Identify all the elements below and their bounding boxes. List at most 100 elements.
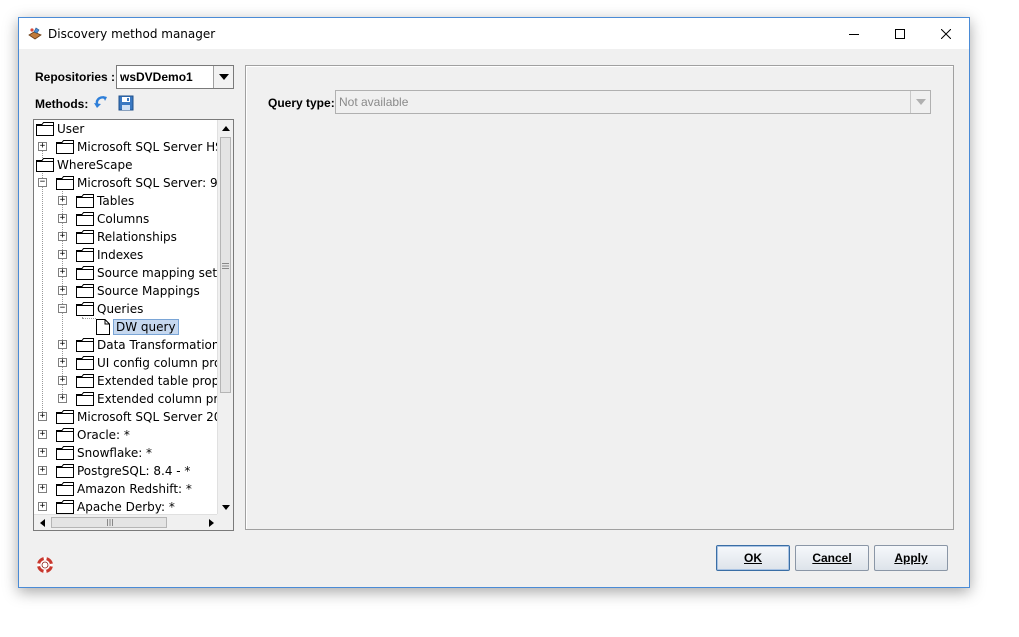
repositories-dropdown[interactable]: wsDVDemo1: [116, 65, 234, 89]
repositories-selected-value: wsDVDemo1: [120, 70, 193, 84]
triangle-down-icon: [222, 504, 230, 510]
panel-splitter[interactable]: [237, 65, 242, 530]
tree-node[interactable]: + Snowflake: *: [34, 444, 219, 462]
expand-icon[interactable]: +: [58, 286, 67, 295]
tree-node-label: Snowflake: *: [77, 446, 153, 460]
collapse-icon[interactable]: −: [58, 304, 67, 313]
expand-icon[interactable]: +: [38, 466, 47, 475]
tree-node[interactable]: + Source Mappings: [34, 282, 219, 300]
folder-icon: [76, 230, 94, 244]
repositories-row: Repositories : wsDVDemo1: [33, 65, 234, 89]
minimize-icon: [849, 33, 859, 35]
expand-icon[interactable]: +: [58, 394, 67, 403]
vertical-scroll-thumb[interactable]: [220, 137, 231, 393]
tree-node-label: Amazon Redshift: *: [77, 482, 192, 496]
expand-icon[interactable]: +: [38, 484, 47, 493]
folder-icon: [56, 176, 74, 190]
tree-node[interactable]: + Extended table propert: [34, 372, 219, 390]
tree-horizontal-scrollbar[interactable]: [34, 514, 219, 530]
dialog-window: Discovery method manager Repositories : …: [18, 17, 970, 588]
tree-node[interactable]: + Apache Derby: *: [34, 498, 219, 515]
tree-node-label: Microsoft SQL Server 2000: [77, 410, 219, 424]
folder-icon: [36, 158, 54, 172]
expand-icon[interactable]: +: [58, 214, 67, 223]
folder-icon: [56, 428, 74, 442]
folder-icon: [76, 392, 94, 406]
maximize-icon: [895, 28, 905, 39]
tree-node-label: Tables: [97, 194, 135, 208]
tree-node-label: PostgreSQL: 8.4 - *: [77, 464, 191, 478]
tree-node[interactable]: + PostgreSQL: 8.4 - *: [34, 462, 219, 480]
tree-node[interactable]: + UI config column prope: [34, 354, 219, 372]
repositories-dropdown-arrow[interactable]: [213, 66, 233, 88]
save-button[interactable]: [116, 93, 136, 113]
query-type-dropdown-arrow[interactable]: [910, 91, 930, 113]
tree-node-label: Source Mappings: [97, 284, 200, 298]
tree-vertical-scrollbar[interactable]: [217, 120, 233, 515]
tree-node-label: Data Transformations: [97, 338, 219, 352]
expand-icon[interactable]: +: [58, 358, 67, 367]
tree-node[interactable]: DW query: [34, 318, 219, 336]
expand-icon[interactable]: +: [38, 448, 47, 457]
folder-icon: [56, 446, 74, 460]
tree-node[interactable]: + Tables: [34, 192, 219, 210]
window-title: Discovery method manager: [48, 27, 216, 41]
expand-icon[interactable]: +: [58, 340, 67, 349]
folder-icon: [56, 464, 74, 478]
folder-icon: [76, 266, 94, 280]
scroll-up-button[interactable]: [218, 120, 233, 136]
methods-tree[interactable]: User + Microsoft SQL Server HS: 9 WhereScap…: [33, 119, 234, 531]
tree-node-label: Columns: [97, 212, 150, 226]
scroll-left-button[interactable]: [34, 515, 50, 530]
ok-button[interactable]: OK: [716, 545, 790, 571]
tree-node[interactable]: + Microsoft SQL Server 2000: [34, 408, 219, 426]
expand-icon[interactable]: +: [58, 376, 67, 385]
tree-node[interactable]: + Columns: [34, 210, 219, 228]
tree-node[interactable]: + Microsoft SQL Server HS: 9: [34, 138, 219, 156]
tree-node[interactable]: − Microsoft SQL Server: 9.0 -: [34, 174, 219, 192]
tree-node-label: UI config column prope: [97, 356, 219, 370]
tree-node-label: Apache Derby: *: [77, 500, 175, 514]
horizontal-scroll-thumb[interactable]: [51, 517, 167, 528]
tree-node[interactable]: + Source mapping sets: [34, 264, 219, 282]
query-type-label: Query type:: [268, 96, 335, 110]
tree-node[interactable]: + Extended column prop: [34, 390, 219, 408]
tree-node[interactable]: + Data Transformations: [34, 336, 219, 354]
tree-node[interactable]: + Indexes: [34, 246, 219, 264]
expand-icon[interactable]: +: [58, 232, 67, 241]
scroll-down-button[interactable]: [218, 499, 233, 515]
expand-icon[interactable]: +: [58, 196, 67, 205]
minimize-button[interactable]: [831, 18, 877, 49]
maximize-button[interactable]: [877, 18, 923, 49]
lifebuoy-icon[interactable]: [37, 557, 53, 573]
tree-node-label: Extended table propert: [97, 374, 219, 388]
save-icon: [118, 95, 134, 111]
tree-node-label: WhereScape: [57, 158, 133, 172]
tree-node[interactable]: User: [34, 120, 219, 138]
expand-icon[interactable]: +: [38, 502, 47, 511]
methods-row: Methods:: [33, 93, 234, 113]
expand-icon[interactable]: +: [38, 412, 47, 421]
query-type-value: Not available: [339, 95, 409, 109]
collapse-icon[interactable]: −: [38, 178, 47, 187]
expand-icon[interactable]: +: [58, 250, 67, 259]
folder-icon: [56, 410, 74, 424]
query-type-dropdown[interactable]: Not available: [335, 90, 931, 114]
tree-content: User + Microsoft SQL Server HS: 9 WhereScap…: [34, 120, 219, 515]
title-bar: Discovery method manager: [19, 18, 969, 49]
expand-icon[interactable]: +: [38, 142, 47, 151]
close-button[interactable]: [923, 18, 969, 49]
tree-node-label: Indexes: [97, 248, 144, 262]
tree-node[interactable]: − Queries: [34, 300, 219, 318]
folder-icon: [76, 374, 94, 388]
expand-icon[interactable]: +: [38, 430, 47, 439]
cancel-button[interactable]: Cancel: [795, 545, 869, 571]
apply-button[interactable]: Apply: [874, 545, 948, 571]
tree-node[interactable]: + Amazon Redshift: *: [34, 480, 219, 498]
refresh-button[interactable]: [91, 93, 111, 113]
tree-node[interactable]: WhereScape: [34, 156, 219, 174]
tree-node[interactable]: + Relationships: [34, 228, 219, 246]
folder-icon: [76, 302, 94, 316]
tree-node[interactable]: + Oracle: *: [34, 426, 219, 444]
expand-icon[interactable]: +: [58, 268, 67, 277]
